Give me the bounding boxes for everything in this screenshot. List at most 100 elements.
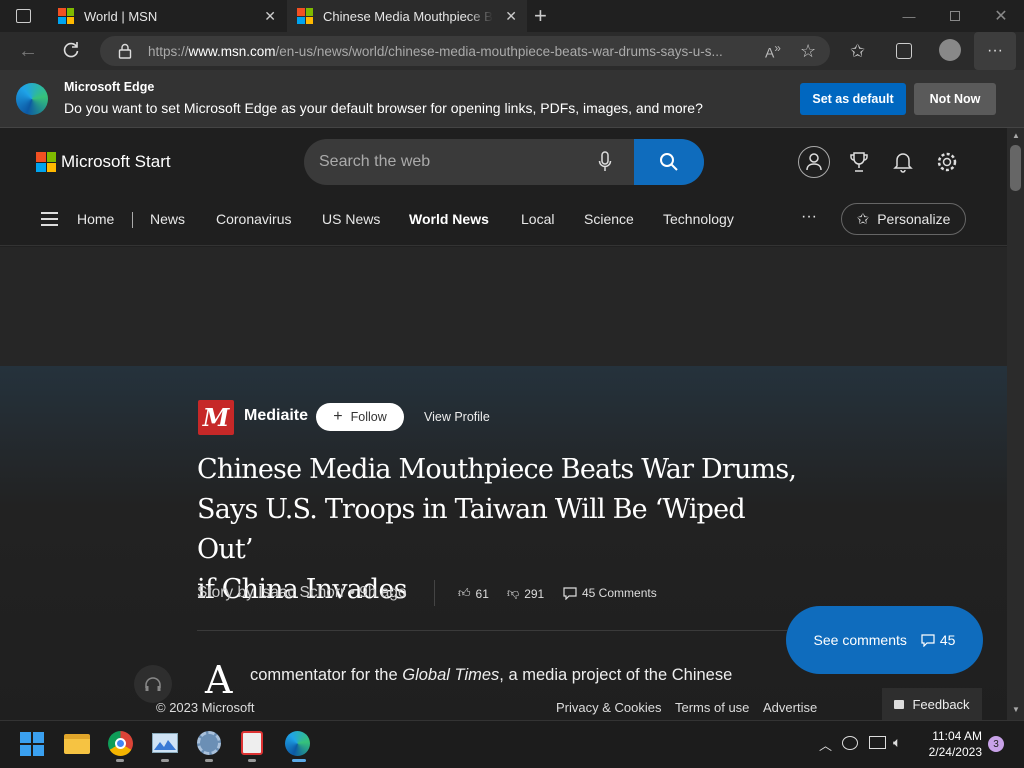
copyright: © 2023 Microsoft — [156, 700, 255, 715]
tab-world-msn[interactable]: World | MSN ✕ — [48, 0, 286, 32]
search-box[interactable]: Search the web — [304, 139, 704, 185]
collections-icon[interactable] — [896, 43, 912, 59]
article-divider — [197, 630, 787, 631]
nav-news[interactable]: News — [150, 211, 185, 227]
search-button[interactable] — [634, 139, 704, 185]
volume-icon[interactable]: 🔈︎ — [893, 734, 901, 751]
minimize-button[interactable]: — — [886, 0, 932, 32]
add-favorite-icon[interactable]: ☆ — [800, 41, 816, 62]
nav-more-button[interactable]: ··· — [801, 208, 817, 226]
tab-title: World | MSN — [84, 8, 158, 24]
account-icon[interactable] — [798, 146, 830, 178]
feedback-button[interactable]: Feedback — [882, 688, 982, 720]
privacy-link[interactable]: Privacy & Cookies — [556, 700, 661, 715]
follow-label: Follow — [350, 410, 387, 424]
settings-gear-icon[interactable] — [936, 151, 958, 173]
close-tab-icon[interactable]: ✕ — [264, 8, 276, 25]
view-profile-link[interactable]: View Profile — [424, 410, 490, 424]
network-icon[interactable] — [869, 736, 886, 749]
byline-divider — [434, 580, 435, 606]
tab-article[interactable]: Chinese Media Mouthpiece Beats War Drums… — [287, 0, 527, 32]
microsoft-logo-icon[interactable] — [36, 152, 56, 172]
nav-us-news[interactable]: US News — [322, 211, 380, 227]
not-now-button[interactable]: Not Now — [914, 83, 996, 115]
read-aloud-icon[interactable]: A» — [765, 42, 781, 61]
chrome-icon[interactable] — [108, 731, 133, 756]
clock[interactable]: 11:04 AM 2/24/2023 — [922, 728, 982, 760]
see-comments-label: See comments — [813, 632, 907, 648]
lock-icon[interactable] — [118, 43, 132, 59]
hamburger-menu-icon[interactable] — [41, 212, 58, 226]
clock-date: 2/24/2023 — [928, 745, 982, 759]
nav-home[interactable]: Home — [77, 211, 114, 227]
back-icon[interactable]: ← — [18, 40, 38, 63]
close-tab-icon[interactable]: ✕ — [505, 8, 517, 25]
body-text-1: commentator for the — [250, 666, 403, 684]
msn-favicon-icon — [58, 8, 74, 24]
show-hidden-icons-chevron-icon[interactable]: ︿ — [819, 735, 832, 754]
url-path: /en-us/news/world/chinese-media-mouthpie… — [275, 43, 723, 59]
personalize-star-icon: ✩ — [856, 211, 870, 228]
notification-badge[interactable]: 3 — [988, 736, 1004, 752]
nav-world-news[interactable]: World News — [409, 211, 489, 227]
settings-app-icon[interactable] — [197, 731, 221, 755]
edge-logo-icon — [16, 83, 48, 115]
msn-favicon-icon — [297, 8, 313, 24]
snipping-tool-icon[interactable] — [241, 731, 263, 755]
nav-technology[interactable]: Technology — [663, 211, 734, 227]
like-button[interactable]: 👍︎ 61 — [458, 586, 489, 601]
search-input[interactable]: Search the web — [319, 153, 430, 171]
nav-coronavirus[interactable]: Coronavirus — [216, 211, 291, 227]
photos-app-icon[interactable] — [152, 733, 178, 753]
scroll-up-arrow-icon[interactable]: ▲ — [1012, 131, 1020, 140]
tab-title: Chinese Media Mouthpiece Beats War Drums… — [323, 8, 493, 24]
headline-line-1: Chinese Media Mouthpiece Beats War Drums… — [197, 454, 797, 485]
set-as-default-button[interactable]: Set as default — [800, 83, 906, 115]
comments-label: 45 Comments — [582, 586, 657, 600]
nav-science[interactable]: Science — [584, 211, 634, 227]
nav-local[interactable]: Local — [521, 211, 554, 227]
publisher-logo[interactable]: M — [198, 400, 234, 435]
profile-icon[interactable] — [939, 39, 961, 61]
close-window-button[interactable]: ✕ — [978, 0, 1024, 32]
restore-button[interactable] — [932, 0, 978, 32]
sync-status-icon[interactable] — [842, 736, 858, 750]
terms-link[interactable]: Terms of use — [675, 700, 749, 715]
windows-start-icon[interactable] — [20, 732, 44, 756]
comment-icon — [563, 586, 577, 600]
page-scrollbar[interactable]: ▲ ▼ — [1007, 128, 1024, 720]
banner-message: Do you want to set Microsoft Edge as you… — [64, 100, 703, 116]
brand-name[interactable]: Microsoft Start — [61, 152, 171, 172]
byline: Story by Isaac Schorr • 9h ago — [197, 584, 407, 601]
edge-taskbar-icon[interactable] — [285, 731, 310, 756]
microphone-icon[interactable] — [598, 151, 612, 173]
running-indicator — [161, 759, 169, 762]
comment-icon — [921, 633, 935, 647]
search-icon — [660, 153, 678, 171]
address-bar[interactable]: https://www.msn.com/en-us/news/world/chi… — [100, 36, 830, 66]
ad-placeholder — [0, 247, 1007, 366]
plus-icon: + — [333, 408, 343, 425]
follow-button[interactable]: + Follow — [316, 403, 404, 431]
dislike-button[interactable]: 👎︎ 291 — [507, 586, 544, 601]
refresh-icon[interactable] — [61, 40, 81, 60]
personalize-button[interactable]: ✩ Personalize — [841, 203, 966, 235]
personalize-label: Personalize — [877, 211, 951, 227]
rewards-trophy-icon[interactable] — [849, 151, 869, 173]
tab-actions-icon[interactable] — [16, 9, 31, 23]
settings-more-icon[interactable]: ··· — [974, 32, 1016, 70]
see-comments-button[interactable]: See comments 45 — [786, 606, 983, 674]
new-tab-button[interactable]: + — [534, 3, 547, 29]
file-explorer-icon[interactable] — [64, 734, 90, 754]
see-comments-count: 45 — [939, 632, 956, 648]
advertise-link[interactable]: Advertise — [763, 700, 817, 715]
thumbs-down-icon: 👎︎ — [507, 586, 520, 600]
publisher-name[interactable]: Mediaite — [244, 407, 308, 425]
article-body: commentator for the Global Times, a medi… — [250, 666, 732, 685]
comments-link[interactable]: 45 Comments — [563, 586, 657, 600]
scroll-down-arrow-icon[interactable]: ▼ — [1012, 705, 1020, 714]
scroll-thumb[interactable] — [1010, 145, 1021, 191]
favorites-icon[interactable]: ✩ — [850, 41, 865, 62]
page-footer: © 2023 Microsoft Privacy & Cookies Terms… — [140, 694, 1007, 720]
notifications-bell-icon[interactable] — [893, 151, 913, 173]
